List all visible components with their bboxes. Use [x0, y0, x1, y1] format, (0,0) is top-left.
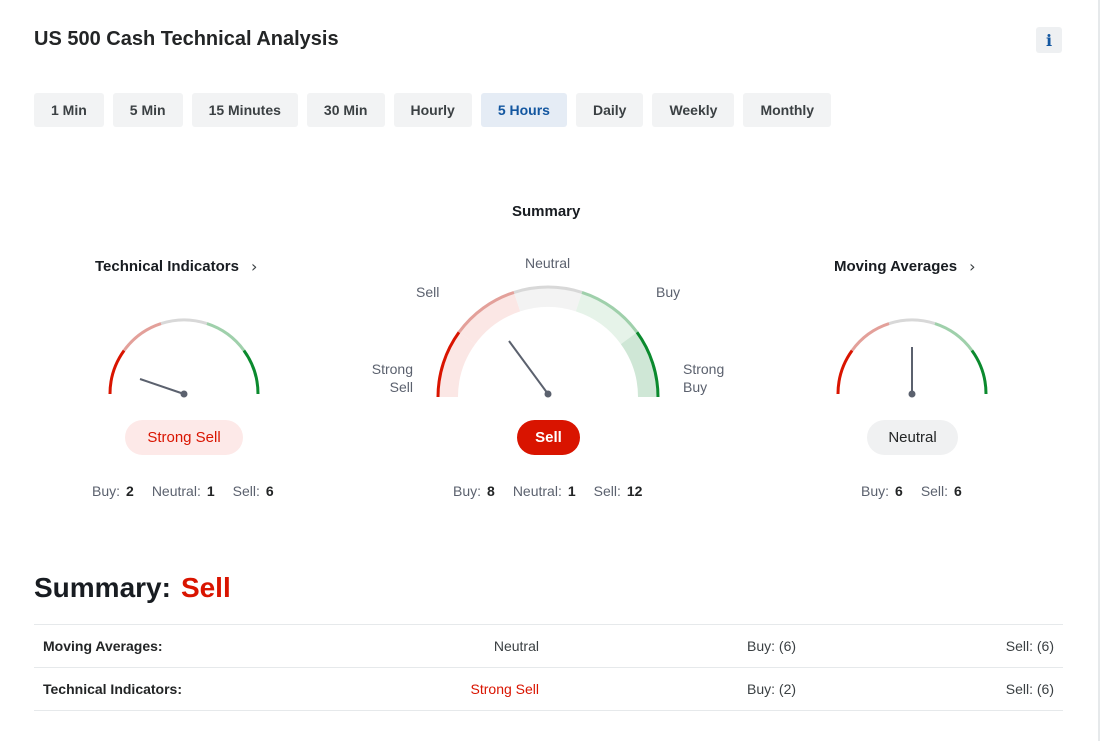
row-sell: Sell: (6): [1005, 638, 1054, 654]
summary-counts: Buy: 8 Neutral: 1 Sell: 12: [453, 483, 642, 499]
gauge-needle: [139, 378, 185, 395]
info-icon[interactable]: i: [1036, 27, 1062, 53]
moving-averages-gauge: [836, 318, 988, 398]
sell-label: Sell:: [593, 483, 621, 499]
tab-monthly[interactable]: Monthly: [743, 93, 832, 127]
summary-heading-label: Summary:: [34, 572, 171, 603]
neutral-count: 1: [567, 483, 576, 499]
tab-5-min[interactable]: 5 Min: [112, 93, 183, 127]
summary-heading-value: Sell: [180, 572, 231, 603]
buy-label: Buy:: [92, 483, 121, 499]
page-title: US 500 Cash Technical Analysis: [34, 28, 339, 50]
row-value: Neutral: [493, 638, 539, 654]
sell-label: Sell:: [920, 483, 949, 499]
table-row: Moving Averages: Neutral Buy: (6) Sell: …: [34, 625, 1063, 668]
gauge-needle: [508, 340, 549, 395]
tab-weekly[interactable]: Weekly: [652, 93, 735, 127]
gauge-label-strong-buy: Strong Buy: [683, 360, 724, 396]
timeframe-tabs: 1 Min 5 Min 15 Minutes 30 Min Hourly 5 H…: [34, 93, 832, 127]
buy-count: 8: [487, 483, 495, 499]
gauge-label-strong-sell-line1: Strong: [371, 361, 413, 377]
summary-gauge-title: Summary: [512, 203, 581, 220]
row-buy: Buy: (6): [747, 638, 797, 654]
summary-signal-badge: Sell: [517, 420, 580, 455]
row-value: Strong Sell: [470, 681, 539, 697]
technical-indicators-link[interactable]: Technical Indicators ›: [95, 257, 257, 276]
tab-5-hours[interactable]: 5 Hours: [480, 93, 567, 127]
row-name: Technical Indicators:: [43, 681, 182, 697]
gauge-label-strong-sell-line2: Sell: [389, 379, 413, 395]
sell-count: 6: [265, 483, 274, 499]
gauge-label-strong-buy-line2: Buy: [683, 379, 708, 395]
moving-averages-signal-badge: Neutral: [867, 420, 958, 455]
moving-averages-link[interactable]: Moving Averages ›: [834, 257, 976, 276]
summary-heading: Summary: Sell: [34, 572, 231, 604]
row-name: Moving Averages:: [43, 638, 163, 654]
sell-count: 6: [954, 483, 962, 499]
buy-count: 2: [126, 483, 134, 499]
neutral-count: 1: [206, 483, 215, 499]
neutral-label: Neutral:: [151, 483, 201, 499]
sell-label: Sell:: [232, 483, 260, 499]
summary-table: Moving Averages: Neutral Buy: (6) Sell: …: [34, 624, 1063, 711]
moving-averages-title: Moving Averages: [834, 258, 958, 275]
buy-label: Buy:: [861, 483, 890, 499]
row-buy: Buy: (2): [747, 681, 797, 697]
technical-indicators-counts: Buy: 2 Neutral: 1 Sell: 6: [92, 483, 274, 499]
buy-count: 6: [895, 483, 903, 499]
gauge-label-strong-sell: Strong Sell: [371, 360, 413, 396]
sell-count: 12: [626, 483, 643, 499]
gauge-label-strong-buy-line1: Strong: [683, 361, 725, 377]
tab-daily[interactable]: Daily: [575, 93, 644, 127]
summary-gauge: [436, 285, 660, 398]
tab-1-min[interactable]: 1 Min: [34, 93, 104, 127]
technical-indicators-title: Technical Indicators: [95, 258, 239, 275]
tab-hourly[interactable]: Hourly: [393, 93, 472, 127]
buy-label: Buy:: [453, 483, 482, 499]
technical-indicators-signal-badge: Strong Sell: [125, 420, 243, 455]
moving-averages-counts: Buy: 6 Sell: 6: [861, 483, 962, 499]
chevron-right-icon: ›: [969, 257, 976, 276]
chevron-right-icon: ›: [250, 257, 258, 276]
technical-indicators-gauge: [108, 318, 260, 398]
neutral-label: Neutral:: [512, 483, 562, 499]
row-sell: Sell: (6): [1005, 681, 1054, 697]
tab-30-min[interactable]: 30 Min: [306, 93, 385, 127]
tab-15-minutes[interactable]: 15 Minutes: [191, 93, 298, 127]
table-row: Technical Indicators: Strong Sell Buy: (…: [34, 668, 1063, 711]
gauge-label-neutral: Neutral: [525, 255, 571, 271]
